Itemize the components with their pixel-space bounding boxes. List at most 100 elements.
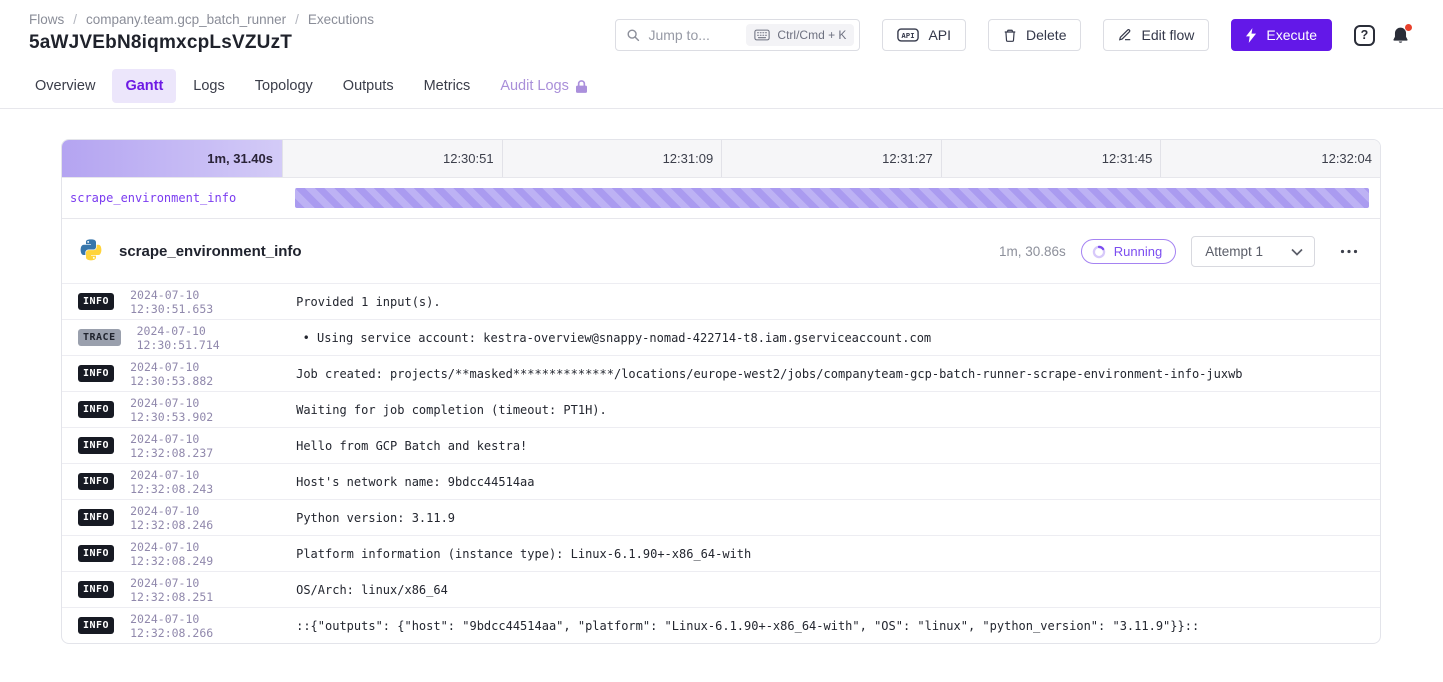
attempt-select[interactable]: Attempt 1 bbox=[1191, 236, 1315, 267]
running-spinner-icon bbox=[1092, 245, 1106, 259]
breadcrumb-flow-id[interactable]: company.team.gcp_batch_runner bbox=[86, 12, 286, 27]
tab-overview[interactable]: Overview bbox=[22, 69, 108, 103]
jump-to-label: Jump to... bbox=[648, 27, 709, 43]
tab-logs[interactable]: Logs bbox=[180, 69, 237, 103]
log-message: ::{"outputs": {"host": "9bdcc44514aa", "… bbox=[296, 619, 1199, 633]
log-timestamp: 2024-07-10 12:30:53.882 bbox=[130, 360, 280, 388]
header-actions: Jump to... Ctrl/Cmd + K API API Delete bbox=[615, 19, 1410, 51]
help-icon: ? bbox=[1354, 25, 1375, 46]
log-message: OS/Arch: linux/x86_64 bbox=[296, 583, 448, 597]
kebab-menu-icon bbox=[1340, 249, 1358, 254]
tab-bar: Overview Gantt Logs Topology Outputs Met… bbox=[0, 64, 1443, 109]
python-icon bbox=[78, 239, 104, 265]
help-button[interactable]: ? bbox=[1354, 25, 1375, 46]
edit-flow-button-label: Edit flow bbox=[1141, 27, 1194, 43]
log-row: INFO 2024-07-10 12:32:08.246 Python vers… bbox=[62, 499, 1380, 535]
task-duration: 1m, 30.86s bbox=[999, 244, 1066, 259]
log-timestamp: 2024-07-10 12:30:51.653 bbox=[130, 288, 280, 316]
log-timestamp: 2024-07-10 12:32:08.249 bbox=[130, 540, 280, 568]
log-row: INFO 2024-07-10 12:30:51.653 Provided 1 … bbox=[62, 283, 1380, 319]
log-timestamp: 2024-07-10 12:32:08.243 bbox=[130, 468, 280, 496]
log-row: TRACE 2024-07-10 12:30:51.714 • Using se… bbox=[62, 319, 1380, 355]
main-content: 1m, 31.40s 12:30:51 12:31:09 12:31:27 12… bbox=[0, 109, 1443, 644]
attempt-label: Attempt 1 bbox=[1205, 244, 1263, 259]
shortcut-label: Ctrl/Cmd + K bbox=[777, 28, 846, 42]
task-menu-button[interactable] bbox=[1334, 245, 1364, 258]
tab-audit-logs[interactable]: Audit Logs bbox=[487, 69, 600, 103]
keyboard-icon bbox=[754, 29, 770, 41]
log-timestamp: 2024-07-10 12:32:08.237 bbox=[130, 432, 280, 460]
delete-button[interactable]: Delete bbox=[988, 19, 1081, 51]
log-level-badge: INFO bbox=[78, 545, 114, 562]
log-level-badge: INFO bbox=[78, 293, 114, 310]
log-message: Hello from GCP Batch and kestra! bbox=[296, 439, 527, 453]
pencil-icon bbox=[1118, 28, 1132, 42]
tab-outputs[interactable]: Outputs bbox=[330, 69, 407, 103]
shortcut-chip: Ctrl/Cmd + K bbox=[746, 24, 854, 46]
svg-text:API: API bbox=[902, 31, 915, 40]
gantt-bar[interactable] bbox=[295, 188, 1369, 208]
execute-button-label: Execute bbox=[1266, 27, 1317, 43]
breadcrumb-separator: / bbox=[73, 12, 77, 27]
status-badge: Running bbox=[1081, 239, 1176, 264]
log-timestamp: 2024-07-10 12:30:51.714 bbox=[137, 324, 287, 352]
task-detail-header: scrape_environment_info 1m, 30.86s Runni… bbox=[62, 219, 1380, 283]
tab-gantt[interactable]: Gantt bbox=[112, 69, 176, 103]
delete-button-label: Delete bbox=[1026, 27, 1066, 43]
log-level-badge: INFO bbox=[78, 581, 114, 598]
log-timestamp: 2024-07-10 12:30:53.902 bbox=[130, 396, 280, 424]
api-icon: API bbox=[897, 28, 919, 42]
notifications-button[interactable] bbox=[1391, 26, 1410, 45]
log-row: INFO 2024-07-10 12:30:53.902 Waiting for… bbox=[62, 391, 1380, 427]
page-header: Flows / company.team.gcp_batch_runner / … bbox=[0, 0, 1443, 64]
log-list: INFO 2024-07-10 12:30:51.653 Provided 1 … bbox=[62, 283, 1380, 643]
chevron-down-icon bbox=[1291, 248, 1303, 256]
log-message: • Using service account: kestra-overview… bbox=[303, 331, 932, 345]
log-row: INFO 2024-07-10 12:32:08.237 Hello from … bbox=[62, 427, 1380, 463]
tab-audit-logs-label: Audit Logs bbox=[500, 78, 569, 94]
log-timestamp: 2024-07-10 12:32:08.266 bbox=[130, 612, 280, 640]
log-level-badge: INFO bbox=[78, 617, 114, 634]
breadcrumb-separator: / bbox=[295, 12, 299, 27]
log-row: INFO 2024-07-10 12:32:08.266 ::{"outputs… bbox=[62, 607, 1380, 643]
log-row: INFO 2024-07-10 12:30:53.882 Job created… bbox=[62, 355, 1380, 391]
gantt-tick: 12:30:51 bbox=[282, 140, 502, 177]
jump-to-button[interactable]: Jump to... Ctrl/Cmd + K bbox=[615, 19, 860, 51]
log-row: INFO 2024-07-10 12:32:08.251 OS/Arch: li… bbox=[62, 571, 1380, 607]
log-message: Waiting for job completion (timeout: PT1… bbox=[296, 403, 607, 417]
log-message: Provided 1 input(s). bbox=[296, 295, 441, 309]
lock-icon bbox=[576, 80, 587, 93]
gantt-task-row: scrape_environment_info bbox=[62, 178, 1380, 219]
execution-id-title: 5aWJVEbN8iqmxcpLsVZUzT bbox=[29, 32, 374, 54]
log-row: INFO 2024-07-10 12:32:08.249 Platform in… bbox=[62, 535, 1380, 571]
breadcrumb-flows[interactable]: Flows bbox=[29, 12, 64, 27]
log-timestamp: 2024-07-10 12:32:08.246 bbox=[130, 504, 280, 532]
gantt-tick: 12:31:45 bbox=[941, 140, 1161, 177]
api-button-label: API bbox=[928, 27, 951, 43]
breadcrumb: Flows / company.team.gcp_batch_runner / … bbox=[29, 12, 374, 27]
tab-metrics[interactable]: Metrics bbox=[411, 69, 484, 103]
gantt-total-duration: 1m, 31.40s bbox=[62, 140, 282, 177]
gantt-tick: 12:31:09 bbox=[502, 140, 722, 177]
execute-button[interactable]: Execute bbox=[1231, 19, 1332, 51]
log-message: Python version: 3.11.9 bbox=[296, 511, 455, 525]
api-button[interactable]: API API bbox=[882, 19, 966, 51]
status-label: Running bbox=[1114, 244, 1162, 259]
trash-icon bbox=[1003, 28, 1017, 43]
log-level-badge: INFO bbox=[78, 473, 114, 490]
edit-flow-button[interactable]: Edit flow bbox=[1103, 19, 1209, 51]
header-left: Flows / company.team.gcp_batch_runner / … bbox=[29, 12, 374, 54]
search-icon bbox=[626, 28, 640, 42]
log-level-badge: INFO bbox=[78, 401, 114, 418]
bolt-icon bbox=[1246, 28, 1257, 43]
log-level-badge: INFO bbox=[78, 437, 114, 454]
breadcrumb-executions[interactable]: Executions bbox=[308, 12, 374, 27]
log-row: INFO 2024-07-10 12:32:08.243 Host's netw… bbox=[62, 463, 1380, 499]
log-level-badge: TRACE bbox=[78, 329, 121, 346]
log-level-badge: INFO bbox=[78, 509, 114, 526]
log-message: Job created: projects/**masked**********… bbox=[296, 367, 1242, 381]
gantt-card: 1m, 31.40s 12:30:51 12:31:09 12:31:27 12… bbox=[61, 139, 1381, 644]
gantt-tick: 12:32:04 bbox=[1160, 140, 1380, 177]
gantt-task-label: scrape_environment_info bbox=[70, 191, 236, 205]
tab-topology[interactable]: Topology bbox=[242, 69, 326, 103]
